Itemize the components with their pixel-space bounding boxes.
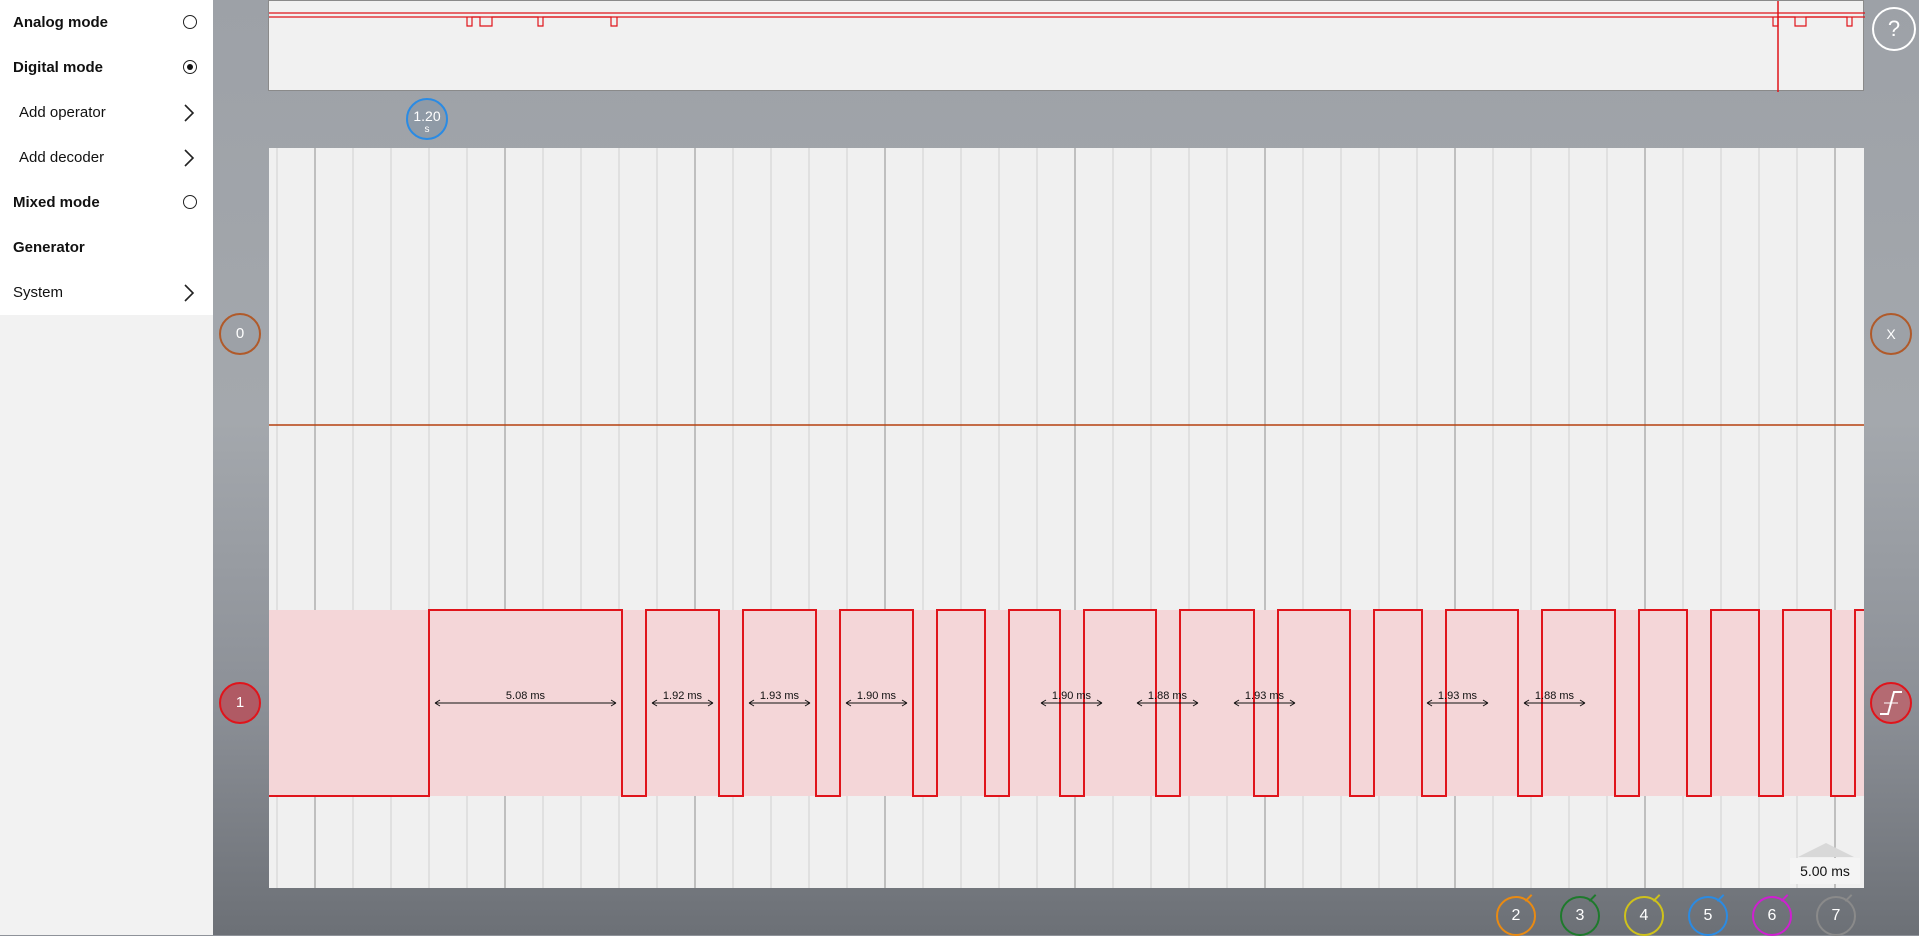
- time-cursor-marker[interactable]: 1.20 s: [406, 98, 448, 140]
- measurement-label: 1.90 ms: [857, 690, 897, 702]
- channel-0-close-marker[interactable]: X: [1870, 313, 1912, 355]
- measurement-label: 1.93 ms: [760, 690, 800, 702]
- channel-knob-label: 4: [1639, 907, 1649, 924]
- channel-knob-6[interactable]: 6: [1752, 894, 1792, 936]
- help-button[interactable]: ?: [1872, 7, 1916, 51]
- menu-item-add-decoder[interactable]: Add decoder: [0, 135, 213, 180]
- side-menu: Analog mode Digital mode Add operator Ad…: [0, 0, 213, 935]
- timebase-arrow-icon: [1798, 843, 1854, 857]
- radio-filled-icon[interactable]: [183, 60, 197, 74]
- menu-item-analog-mode[interactable]: Analog mode: [0, 0, 213, 45]
- menu-item-label: Digital mode: [13, 59, 104, 76]
- chevron-right-icon: [184, 284, 195, 302]
- channel-knob-label: 5: [1703, 907, 1713, 924]
- channel-knob-7[interactable]: 7: [1816, 894, 1856, 936]
- menu-item-label: Generator: [13, 239, 85, 256]
- menu-item-generator[interactable]: Generator: [0, 225, 213, 270]
- scope-plot: 5.08 ms 1.92 ms 1.93 ms 1.90 ms 1.90 ms 1.88 …: [269, 148, 1864, 888]
- menu-item-digital-mode[interactable]: Digital mode: [0, 45, 213, 90]
- measurement-label: 5.08 ms: [506, 690, 546, 702]
- scope-display[interactable]: 5.08 ms 1.92 ms 1.93 ms 1.90 ms 1.90 ms 1.88 …: [269, 148, 1864, 888]
- menu-list: Analog mode Digital mode Add operator Ad…: [0, 0, 213, 315]
- channel-knob-3[interactable]: 3: [1560, 894, 1600, 936]
- menu-item-add-operator[interactable]: Add operator: [0, 90, 213, 135]
- rising-edge-trigger-icon[interactable]: [1870, 682, 1912, 724]
- measurement-label: 1.88 ms: [1535, 690, 1575, 702]
- timebase-readout[interactable]: 5.00 ms: [1790, 858, 1860, 884]
- menu-item-mixed-mode[interactable]: Mixed mode: [0, 180, 213, 225]
- menu-item-system[interactable]: System: [0, 270, 213, 315]
- channel-1-marker[interactable]: 1: [219, 682, 261, 724]
- channel-knob-label: 7: [1831, 907, 1841, 924]
- measurement-label: 1.90 ms: [1052, 690, 1092, 702]
- radio-empty-icon[interactable]: [183, 195, 197, 209]
- measurement-label: 1.92 ms: [663, 690, 703, 702]
- menu-item-label: System: [13, 284, 64, 301]
- measurement-label: 1.93 ms: [1438, 690, 1478, 702]
- chevron-right-icon: [184, 104, 195, 122]
- time-cursor-value: 1.20: [413, 108, 441, 124]
- menu-item-label: Add decoder: [19, 149, 105, 166]
- channel-knob-label: 6: [1767, 907, 1777, 924]
- channel-knob-2[interactable]: 2: [1496, 894, 1536, 936]
- time-cursor-unit: s: [424, 124, 430, 135]
- overview-waveform: [269, 1, 1865, 92]
- radio-empty-icon[interactable]: [183, 15, 197, 29]
- channel-knob-label: 3: [1575, 907, 1585, 924]
- channel-knob-4[interactable]: 4: [1624, 894, 1664, 936]
- measurement-label: 1.93 ms: [1245, 690, 1285, 702]
- channel-knob-5[interactable]: 5: [1688, 894, 1728, 936]
- channel-0-marker[interactable]: 0: [219, 313, 261, 355]
- overview-strip[interactable]: [268, 0, 1865, 92]
- chevron-right-icon: [184, 149, 195, 167]
- measurement-label: 1.88 ms: [1148, 690, 1188, 702]
- menu-item-label: Analog mode: [13, 14, 109, 31]
- menu-item-label: Add operator: [19, 104, 106, 121]
- channel-knob-label: 2: [1511, 907, 1521, 924]
- menu-item-label: Mixed mode: [13, 194, 100, 211]
